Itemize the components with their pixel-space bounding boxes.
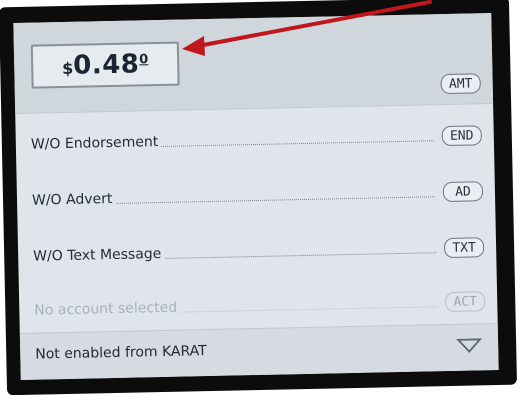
option-row-advert[interactable]: W/O Advert AD (16, 165, 495, 231)
status-text: Not enabled from KARAT (35, 343, 207, 363)
currency-symbol: $ (61, 58, 74, 78)
end-softkey[interactable]: END (441, 125, 482, 147)
option-label: W/O Advert (31, 190, 116, 209)
chevron-down-icon[interactable] (455, 336, 483, 355)
act-softkey: ACT (445, 291, 486, 313)
ad-softkey[interactable]: AD (442, 181, 484, 203)
amount-display: $ 0.48 0 (30, 41, 180, 89)
amount-area: $ 0.48 0 AMT (13, 13, 494, 114)
option-row-endorsement[interactable]: W/O Endorsement END (15, 109, 494, 175)
amount-superscript: 0 (139, 51, 149, 67)
status-bar: Not enabled from KARAT (19, 322, 499, 380)
option-label: W/O Text Message (33, 245, 165, 265)
txt-softkey[interactable]: TXT (443, 237, 485, 259)
device-screen: $ 0.48 0 AMT W/O Endorsement END W/O Adv… (13, 13, 499, 380)
amount-value: 0.48 (72, 49, 140, 81)
amt-softkey[interactable]: AMT (440, 73, 481, 95)
option-label: W/O Endorsement (30, 133, 162, 153)
account-label: No account selected (34, 299, 181, 319)
